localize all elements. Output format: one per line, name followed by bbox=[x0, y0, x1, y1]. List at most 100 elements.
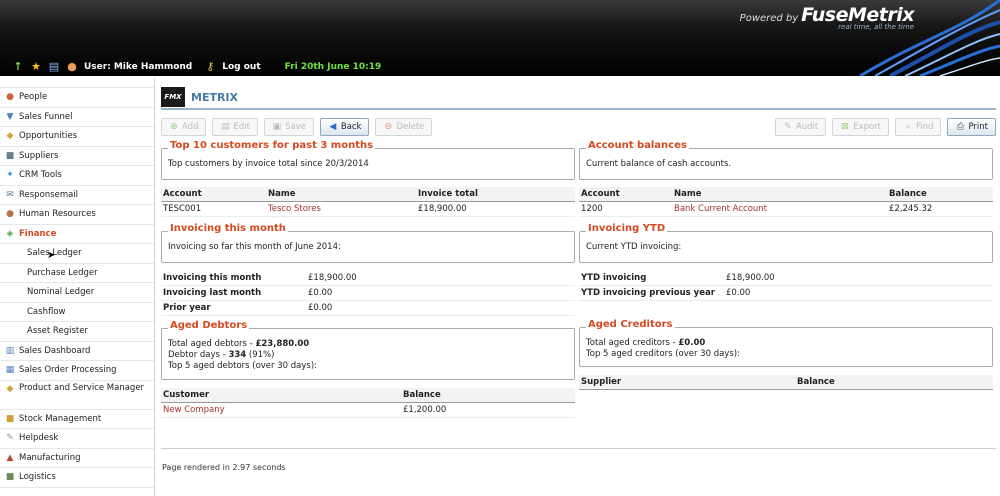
audit-button-label: Audit bbox=[795, 122, 819, 132]
star-icon[interactable]: ★ bbox=[30, 61, 42, 73]
sidebar-item-label: Sales Funnel bbox=[19, 111, 73, 122]
sidebar-item-label: Stock Management bbox=[19, 413, 102, 424]
row-label: Prior year bbox=[161, 300, 306, 316]
aged-debtors-box: Aged Debtors Total aged debtors - £23,88… bbox=[161, 320, 575, 380]
sidebar-item-sales-order-processing[interactable]: ▦ Sales Order Processing bbox=[0, 361, 154, 381]
save-button-label: Save bbox=[284, 122, 306, 132]
sidebar-item-hidden[interactable] bbox=[0, 78, 154, 88]
stock-icon: ■ bbox=[5, 413, 15, 424]
aged-creditors-legend: Aged Creditors bbox=[586, 319, 675, 330]
sidebar-item-crm-tools[interactable]: ✦ CRM Tools bbox=[0, 166, 154, 186]
sidebar-item-label: Cashflow bbox=[27, 306, 66, 317]
sidebar-item-label: CRM Tools bbox=[19, 170, 62, 181]
top-bar: Powered by FuseMetrix real time, all the… bbox=[0, 0, 1000, 76]
sidebar-item-sales-funnel[interactable]: ▼ Sales Funnel bbox=[0, 108, 154, 127]
top-customers-legend: Top 10 customers for past 3 months bbox=[168, 140, 376, 151]
user-name: Mike Hammond bbox=[113, 62, 193, 72]
invoicing-month-box: Invoicing this month Invoicing so far th… bbox=[161, 223, 575, 263]
sidebar-item-responsemail[interactable]: ✉ Responsemail bbox=[0, 186, 154, 205]
debtor-days: Debtor days - 334 (91%) bbox=[168, 350, 568, 361]
aged-creditors-total: Total aged creditors - £0.00 bbox=[586, 338, 986, 349]
aged-debtors-legend: Aged Debtors bbox=[168, 320, 250, 331]
sidebar-item-product-service-manager[interactable]: ◆ Product and Service Manager bbox=[0, 381, 154, 410]
delete-icon: ⊖ bbox=[384, 122, 393, 132]
sidebar-item-suppliers[interactable]: ■ Suppliers bbox=[0, 147, 154, 166]
dashboard-panels: Top 10 customers for past 3 months Top c… bbox=[161, 140, 996, 482]
table-cell: £18,900.00 bbox=[416, 201, 575, 217]
delete-button[interactable]: ⊖ Delete bbox=[375, 118, 433, 136]
sidebar-item-asset-register[interactable]: Asset Register bbox=[0, 322, 154, 342]
sidebar-item-label: Purchase Ledger bbox=[27, 267, 98, 278]
save-button[interactable]: ▣ Save bbox=[263, 118, 314, 136]
brand: Powered by FuseMetrix real time, all the… bbox=[740, 4, 915, 31]
helpdesk-icon: ✎ bbox=[6, 433, 14, 444]
sidebar-item-finance[interactable]: ◈ Finance bbox=[0, 225, 154, 244]
sidebar-item-label: Suppliers bbox=[19, 150, 59, 161]
sidebar-item-nominal-ledger[interactable]: Nominal Ledger bbox=[0, 283, 154, 303]
sidebar-item-opportunities[interactable]: ◆ Opportunities bbox=[0, 127, 154, 147]
sidebar-item-logistics[interactable]: ■ Logistics bbox=[0, 468, 154, 488]
invoicing-month-text: Invoicing so far this month of June 2014… bbox=[168, 242, 341, 252]
back-button[interactable]: ◀ Back bbox=[319, 118, 370, 136]
table-row: Invoicing this month £18,900.00 bbox=[161, 271, 575, 286]
account-balances-box: Account balances Current balance of cash… bbox=[579, 140, 993, 180]
sidebar-item-sales-ledger[interactable]: Sales Ledger bbox=[0, 244, 154, 264]
table-row: Prior year £0.00 bbox=[161, 300, 575, 316]
user-icon: ● bbox=[67, 60, 77, 73]
debtor-days-label: Debtor days - bbox=[168, 350, 229, 360]
account-balances-text: Current balance of cash accounts. bbox=[586, 159, 732, 169]
footer-divider bbox=[161, 448, 996, 449]
row-label: YTD invoicing bbox=[579, 271, 724, 286]
audit-button[interactable]: ✎ Audit bbox=[774, 118, 827, 136]
dashboard-icon: ▥ bbox=[5, 345, 15, 356]
customer-link[interactable]: New Company bbox=[161, 402, 401, 418]
row-value: £0.00 bbox=[306, 285, 575, 301]
left-column: Top 10 customers for past 3 months Top c… bbox=[161, 140, 575, 418]
sidebar-item-label: Finance bbox=[19, 228, 57, 239]
sidebar-item-human-resources[interactable]: ● Human Resources bbox=[0, 205, 154, 225]
datetime: Fri 20th June 10:19 bbox=[284, 62, 382, 72]
sidebar-item-cashflow[interactable]: Cashflow bbox=[0, 303, 154, 322]
aged-creditors-total-value: £0.00 bbox=[678, 338, 706, 348]
sidebar-item-helpdesk[interactable]: ✎ Helpdesk bbox=[0, 429, 154, 449]
column-header: Name bbox=[266, 187, 416, 202]
find-icon: ⌕ bbox=[905, 122, 911, 132]
row-label: Invoicing this month bbox=[161, 271, 306, 286]
top-customers-text: Top customers by invoice total since 20/… bbox=[168, 159, 369, 169]
sidebar-item-manufacturing[interactable]: ▲ Manufacturing bbox=[0, 449, 154, 468]
find-button[interactable]: ⌕ Find bbox=[895, 118, 942, 136]
debtor-days-percent: (91%) bbox=[246, 350, 275, 360]
table-row: Invoicing last month £0.00 bbox=[161, 285, 575, 301]
sidebar-item-purchase-ledger[interactable]: Purchase Ledger bbox=[0, 264, 154, 283]
logout-link[interactable]: Log out bbox=[222, 62, 260, 72]
arrow-up-icon[interactable]: ↑ bbox=[12, 61, 24, 73]
print-button[interactable]: ⎙ Print bbox=[947, 118, 996, 136]
sidebar-item-stock-management[interactable]: ■ Stock Management bbox=[0, 410, 154, 429]
print-icon: ⎙ bbox=[956, 122, 965, 132]
truck-icon: ■ bbox=[5, 150, 15, 161]
export-button[interactable]: ⊠ Export bbox=[832, 118, 890, 136]
row-value: £18,900.00 bbox=[724, 271, 993, 286]
column-header: Account bbox=[161, 187, 266, 202]
find-button-label: Find bbox=[916, 122, 934, 132]
row-value: £18,900.00 bbox=[306, 271, 575, 286]
row-value: £0.00 bbox=[724, 285, 993, 301]
add-button[interactable]: ⊕ Add bbox=[161, 118, 207, 136]
customer-link[interactable]: Tesco Stores bbox=[266, 201, 416, 217]
sidebar-item-people[interactable]: ● People bbox=[0, 88, 154, 108]
people-icon: ● bbox=[6, 92, 14, 103]
messages-icon[interactable]: ▤ bbox=[48, 61, 60, 73]
save-icon: ▣ bbox=[272, 122, 282, 132]
column-header: Account bbox=[579, 187, 672, 202]
sidebar-item-sales-dashboard[interactable]: ▥ Sales Dashboard bbox=[0, 342, 154, 361]
account-link[interactable]: Bank Current Account bbox=[672, 201, 887, 217]
table-row: New Company £1,200.00 bbox=[161, 402, 575, 418]
edit-button[interactable]: ▤ Edit bbox=[212, 118, 258, 136]
fmx-logo: FMX bbox=[161, 87, 185, 107]
toolbar: ⊕ Add ▤ Edit ▣ Save ◀ Back ⊖ Delete ✎ Audit ⊠ E… bbox=[161, 114, 996, 140]
table-cell: £1,200.00 bbox=[401, 402, 575, 418]
column-header: Invoice total bbox=[416, 187, 575, 202]
invoicing-ytd-table: YTD invoicing £18,900.00 YTD invoicing pr… bbox=[579, 271, 993, 301]
row-value: £0.00 bbox=[306, 300, 575, 316]
edit-icon: ▤ bbox=[221, 122, 230, 132]
